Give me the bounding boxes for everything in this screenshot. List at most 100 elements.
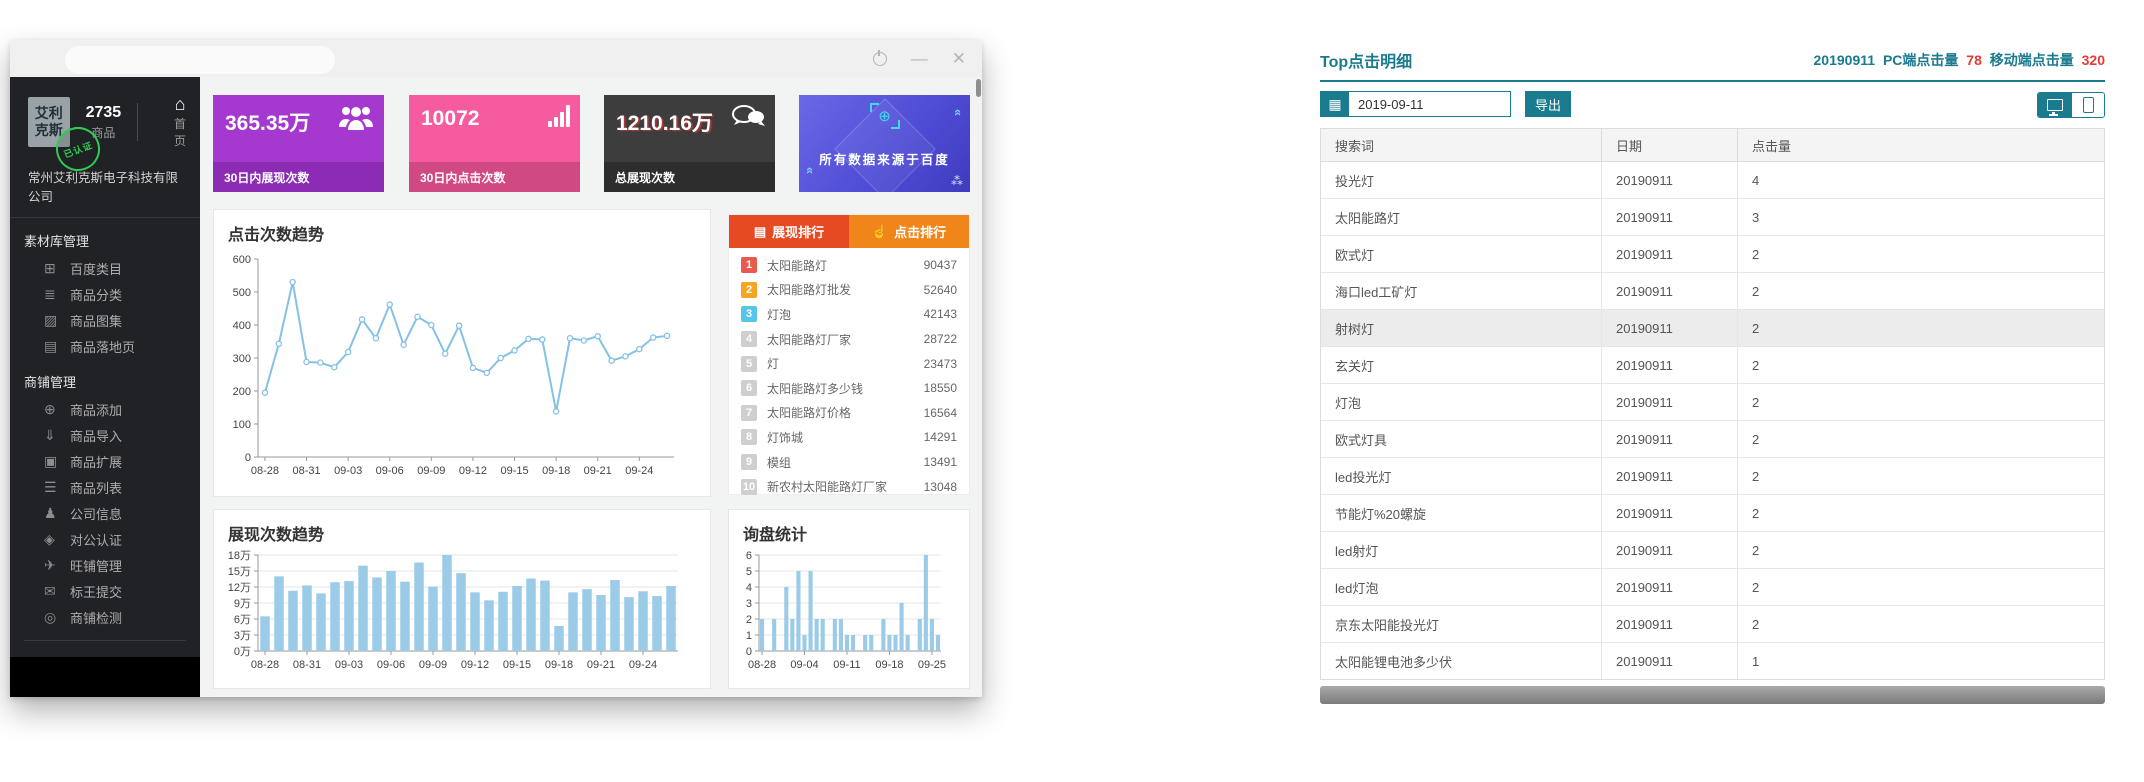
table-row[interactable]: 节能灯%20螺旋201909112 — [1321, 495, 2104, 532]
svg-text:0: 0 — [746, 646, 752, 658]
sidebar-item[interactable]: ♟公司信息 — [10, 500, 200, 526]
cell-clicks: 2 — [1738, 532, 2104, 568]
ranking-tab[interactable]: ▤展现排行 — [729, 215, 849, 248]
sidebar-item-label: 商品添加 — [70, 400, 122, 419]
product-count: 2735 — [86, 104, 122, 122]
sidebar-item[interactable]: ◈对公认证 — [10, 526, 200, 552]
table-row[interactable]: 欧式灯具201909112 — [1321, 421, 2104, 458]
close-icon[interactable]: ✕ — [952, 50, 966, 67]
cell-date: 20190911 — [1602, 495, 1738, 531]
sidebar-item[interactable]: ▤商品落地页 — [10, 333, 200, 359]
rank-value: 23473 — [924, 357, 957, 371]
rank-badge: 5 — [741, 356, 757, 372]
ranking-row: 2太阳能路灯批发52640 — [741, 278, 957, 303]
cell-date: 20190911 — [1602, 199, 1738, 235]
sidebar-item-label: 商品分类 — [70, 285, 122, 304]
titlebar[interactable]: — ✕ — [10, 40, 982, 78]
cell-clicks: 2 — [1738, 310, 2104, 346]
cell-clicks: 2 — [1738, 273, 2104, 309]
stat-value: 1210.16万 — [616, 112, 713, 135]
table-row[interactable]: 海口led工矿灯201909112 — [1321, 273, 2104, 310]
table-row[interactable]: 射树灯201909112 — [1321, 310, 2104, 347]
stat-label: 30日内点击次数 — [409, 162, 580, 192]
table-row[interactable]: 灯泡201909112 — [1321, 384, 2104, 421]
table-row[interactable]: 玄关灯201909112 — [1321, 347, 2104, 384]
mail-submit-icon: ✉ — [44, 583, 70, 600]
sidebar-item[interactable]: ◎商铺检测 — [10, 604, 200, 630]
sidebar-item[interactable]: ✈旺铺管理 — [10, 552, 200, 578]
rank-value: 13491 — [924, 455, 957, 469]
table-row[interactable]: 太阳能路灯201909113 — [1321, 199, 2104, 236]
clicks-trend-chart: 010020030040050060008-2808-3109-0309-060… — [214, 247, 688, 487]
rank-value: 28722 — [924, 332, 957, 346]
cell-clicks: 3 — [1738, 199, 2104, 235]
sidebar-item[interactable]: ⊞百度类目 — [10, 255, 200, 281]
rank-value: 90437 — [924, 258, 957, 272]
rank-value: 18550 — [924, 381, 957, 395]
impressions-trend-chart: 0万3万6万9万12万15万18万08-2808-3109-0309-0609-… — [214, 547, 688, 677]
mobile-clicks-value: 320 — [2082, 52, 2105, 68]
scrollbar-thumb[interactable] — [976, 79, 981, 97]
mobile-toggle-button[interactable] — [2072, 93, 2104, 117]
sidebar-item[interactable]: ▨商品图集 — [10, 307, 200, 333]
rank-value: 42143 — [924, 307, 957, 321]
date-input[interactable] — [1349, 92, 1510, 116]
sidebar-item[interactable]: ≣商品分类 — [10, 281, 200, 307]
table-row[interactable]: 投光灯201909114 — [1321, 162, 2104, 199]
click-detail-table: 搜索词日期点击量 投光灯201909114太阳能路灯201909113欧式灯20… — [1320, 128, 2105, 680]
ranking-row: 4太阳能路灯厂家28722 — [741, 327, 957, 352]
app-window: — ✕ 艾利 克斯 已认证 2735 商品 — [10, 40, 982, 697]
svg-text:200: 200 — [233, 386, 251, 398]
export-button[interactable]: 导出 — [1525, 91, 1571, 117]
home-block[interactable]: ⌂ 首页 — [170, 95, 190, 149]
users-icon — [338, 105, 374, 137]
table-row[interactable]: led射灯201909112 — [1321, 532, 2104, 569]
pointer-hand-icon: ☝ — [872, 224, 888, 240]
calendar-icon[interactable]: ▦ — [1321, 92, 1349, 116]
sidebar-item[interactable]: ☰商品列表 — [10, 474, 200, 500]
banner-text: 所有数据来源于百度 — [799, 149, 970, 168]
cell-date: 20190911 — [1602, 606, 1738, 642]
column-header: 点击量 — [1738, 129, 2104, 161]
minimize-icon[interactable]: — — [911, 50, 928, 67]
rank-keyword: 新农村太阳能路灯厂家 — [767, 478, 887, 495]
rank-value: 14291 — [924, 430, 957, 444]
svg-text:09-25: 09-25 — [918, 659, 946, 671]
cell-search-term: 玄关灯 — [1321, 347, 1602, 383]
sidebar-item[interactable]: ✉标王提交 — [10, 578, 200, 604]
svg-text:09-12: 09-12 — [461, 659, 489, 671]
sidebar-item-label: 商品落地页 — [70, 337, 135, 356]
expand-icon: ▣ — [44, 453, 70, 470]
sidebar-item-label: 对公认证 — [70, 530, 122, 549]
table-row[interactable]: led灯泡201909112 — [1321, 569, 2104, 606]
ranking-tab[interactable]: ☝点击排行 — [849, 215, 969, 248]
inquiry-stats-card: 询盘统计 012345608-2809-0409-1109-1809-25 — [728, 509, 970, 689]
ranking-row: 6太阳能路灯多少钱18550 — [741, 376, 957, 401]
stat-label: 30日内展现次数 — [213, 162, 384, 192]
table-row[interactable]: 太阳能锂电池多少伏201909111 — [1321, 643, 2104, 680]
ranking-row: 3灯泡42143 — [741, 302, 957, 327]
svg-text:09-09: 09-09 — [417, 465, 445, 477]
sidebar-item[interactable]: ▣商品扩展 — [10, 448, 200, 474]
cell-date: 20190911 — [1602, 384, 1738, 420]
certification-icon: ◈ — [44, 531, 70, 548]
svg-text:09-15: 09-15 — [500, 465, 528, 477]
home-icon: ⌂ — [170, 95, 190, 113]
table-row[interactable]: 京东太阳能投光灯201909112 — [1321, 606, 2104, 643]
svg-text:09-21: 09-21 — [584, 465, 612, 477]
svg-text:09-18: 09-18 — [875, 659, 903, 671]
ranking-row: 5灯23473 — [741, 351, 957, 376]
sidebar-item[interactable]: ⇓商品导入 — [10, 422, 200, 448]
sidebar-menu: 素材库管理⊞百度类目≣商品分类▨商品图集▤商品落地页商铺管理⊕商品添加⇓商品导入… — [10, 218, 200, 697]
sidebar-item-label: 商品列表 — [70, 478, 122, 497]
chat-bubbles-icon — [731, 105, 765, 135]
table-row[interactable]: led投光灯201909112 — [1321, 458, 2104, 495]
power-icon[interactable] — [873, 52, 887, 66]
list-icon: ☰ — [44, 479, 70, 496]
sidebar-item[interactable]: ⊕商品添加 — [10, 396, 200, 422]
svg-text:9万: 9万 — [234, 598, 251, 610]
table-row[interactable]: 欧式灯201909112 — [1321, 236, 2104, 273]
pc-toggle-button[interactable] — [2038, 93, 2072, 117]
ranking-tabs: ▤展现排行☝点击排行 — [729, 215, 969, 248]
horizontal-scrollbar[interactable] — [1320, 686, 2105, 704]
